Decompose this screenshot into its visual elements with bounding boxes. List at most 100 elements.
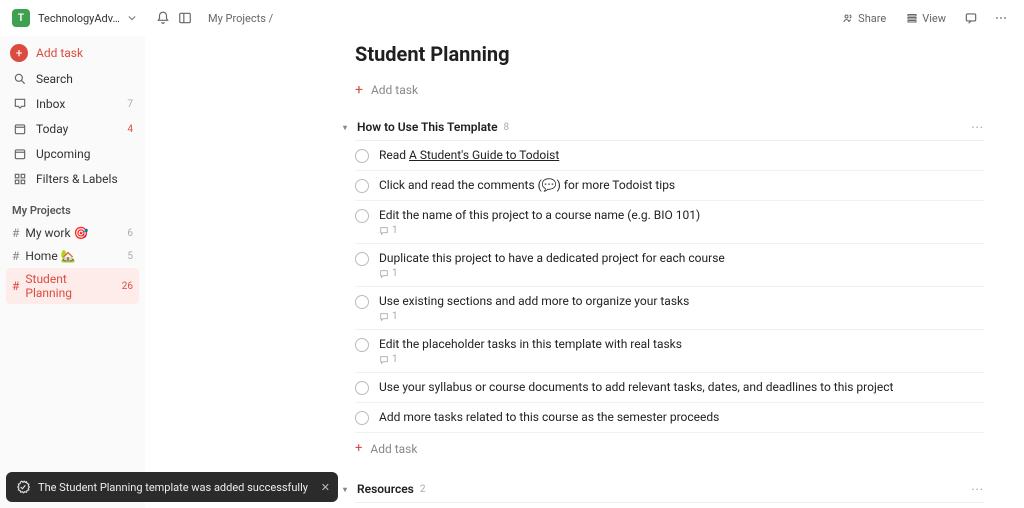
- nav-filters[interactable]: Filters & Labels: [6, 167, 139, 191]
- section-howto: ▾ How to Use This Template 8 ··· Read A …: [355, 116, 984, 464]
- toast-notification: The Student Planning template was added …: [6, 472, 338, 502]
- task-comment-count[interactable]: 1: [379, 311, 984, 322]
- section-header[interactable]: ▾ How to Use This Template 8 ···: [355, 116, 984, 141]
- task-checkbox[interactable]: [355, 149, 369, 163]
- view-icon: [906, 12, 918, 24]
- section-header[interactable]: ▾ Resources 2 ···: [355, 478, 984, 503]
- project-count: 26: [122, 281, 133, 292]
- task-row[interactable]: Edit the name of this project to a cours…: [355, 201, 984, 244]
- nav-search[interactable]: Search: [6, 67, 139, 91]
- task-checkbox[interactable]: [355, 252, 369, 266]
- hash-icon: #: [12, 249, 19, 263]
- task-checkbox[interactable]: [355, 381, 369, 395]
- task-comment-count[interactable]: 1: [379, 225, 984, 236]
- topbar-actions: Share View: [836, 7, 1012, 29]
- project-item-student-planning[interactable]: # Student Planning 26: [6, 268, 139, 304]
- project-count: 5: [127, 251, 133, 262]
- project-item-home[interactable]: # Home 🏡 5: [6, 245, 139, 267]
- collapse-icon[interactable]: ▾: [343, 485, 353, 494]
- task-title: Use existing sections and add more to or…: [379, 294, 984, 308]
- task-row[interactable]: Read A Student's Guide to Todoist: [355, 141, 984, 171]
- view-label: View: [922, 12, 946, 25]
- hash-icon: #: [12, 226, 19, 240]
- task-row[interactable]: Use your syllabus or course documents to…: [355, 373, 984, 403]
- task-row[interactable]: Edit the placeholder tasks in this templ…: [355, 330, 984, 373]
- comments-panel-icon[interactable]: [960, 7, 982, 29]
- collapse-icon[interactable]: ▾: [343, 123, 353, 132]
- nav-label: Upcoming: [36, 147, 90, 161]
- grid-icon: [12, 171, 28, 187]
- task-row[interactable]: Use existing sections and add more to or…: [355, 287, 984, 330]
- task-row[interactable]: Add more tasks related to this course as…: [355, 403, 984, 433]
- project-title[interactable]: Student Planning: [355, 42, 984, 66]
- sidebar: + Add task Search Inbox 7 Today 4 Upcomi…: [0, 36, 145, 508]
- close-icon[interactable]: ✕: [321, 481, 330, 494]
- main-content: Student Planning + Add task ▾ How to Use…: [145, 36, 1024, 508]
- task-checkbox[interactable]: [355, 179, 369, 193]
- add-task-section[interactable]: + Add task: [355, 433, 984, 464]
- add-task-button[interactable]: + Add task: [6, 40, 139, 66]
- chevron-down-icon: [128, 14, 136, 22]
- nav-label: Search: [36, 72, 73, 86]
- task-title: Click and read the comments (💬) for more…: [379, 178, 984, 192]
- nav-label: Filters & Labels: [36, 172, 118, 186]
- section-description: Add documents or links you access regula…: [355, 503, 775, 508]
- task-row[interactable]: Duplicate this project to have a dedicat…: [355, 244, 984, 287]
- task-checkbox[interactable]: [355, 411, 369, 425]
- more-icon[interactable]: [990, 7, 1012, 29]
- task-checkbox[interactable]: [355, 209, 369, 223]
- task-title: Add more tasks related to this course as…: [379, 410, 984, 424]
- task-comment-count[interactable]: 1: [379, 354, 984, 365]
- section-count: 2: [420, 484, 426, 495]
- project-item-mywork[interactable]: # My work 🎯 6: [6, 222, 139, 244]
- task-title: Read A Student's Guide to Todoist: [379, 148, 984, 162]
- section-resources: ▾ Resources 2 ··· Add documents or links…: [355, 478, 984, 508]
- add-task-label: Add task: [371, 83, 418, 97]
- nav-label: Today: [36, 122, 68, 136]
- topbar: T TechnologyAdv… My Projects / Share Vie…: [0, 0, 1024, 36]
- add-task-label: Add task: [36, 46, 83, 60]
- project-name: Home 🏡: [25, 249, 75, 263]
- section-title: How to Use This Template: [357, 120, 498, 134]
- task-title: Use your syllabus or course documents to…: [379, 380, 984, 394]
- notifications-icon[interactable]: [152, 7, 174, 29]
- section-title: Resources: [357, 482, 414, 496]
- hash-icon: #: [12, 279, 19, 293]
- nav-upcoming[interactable]: Upcoming: [6, 142, 139, 166]
- upcoming-icon: [12, 146, 28, 162]
- plus-icon: +: [10, 44, 28, 62]
- task-checkbox[interactable]: [355, 338, 369, 352]
- nav-count: 7: [127, 99, 133, 110]
- task-checkbox[interactable]: [355, 295, 369, 309]
- task-title: Duplicate this project to have a dedicat…: [379, 251, 984, 265]
- inbox-icon: [12, 96, 28, 112]
- breadcrumb[interactable]: My Projects /: [208, 12, 273, 25]
- share-icon: [842, 12, 854, 24]
- nav-today[interactable]: Today 4: [6, 117, 139, 141]
- section-more-icon[interactable]: ···: [971, 121, 984, 134]
- share-button[interactable]: Share: [836, 9, 892, 28]
- nav-count: 4: [127, 124, 133, 135]
- task-title: Edit the name of this project to a cours…: [379, 208, 984, 222]
- check-badge-icon: [16, 480, 30, 494]
- workspace-switcher[interactable]: T TechnologyAdv…: [12, 9, 152, 27]
- project-name: My work 🎯: [25, 226, 88, 240]
- workspace-name: TechnologyAdv…: [38, 12, 120, 25]
- nav-inbox[interactable]: Inbox 7: [6, 92, 139, 116]
- section-more-icon[interactable]: ···: [971, 483, 984, 496]
- nav-label: Inbox: [36, 97, 65, 111]
- share-label: Share: [858, 12, 886, 25]
- task-row[interactable]: Click and read the comments (💬) for more…: [355, 171, 984, 201]
- plus-icon: +: [355, 441, 362, 456]
- view-button[interactable]: View: [900, 9, 952, 28]
- toast-message: The Student Planning template was added …: [38, 481, 308, 494]
- projects-header[interactable]: My Projects: [6, 192, 139, 221]
- task-comment-count[interactable]: 1: [379, 268, 984, 279]
- sidebar-toggle-icon[interactable]: [174, 7, 196, 29]
- plus-icon: +: [355, 82, 363, 98]
- section-count: 8: [504, 122, 510, 133]
- add-task-top[interactable]: + Add task: [355, 78, 984, 116]
- project-count: 6: [127, 228, 133, 239]
- workspace-avatar: T: [12, 9, 30, 27]
- add-task-label: Add task: [370, 442, 417, 456]
